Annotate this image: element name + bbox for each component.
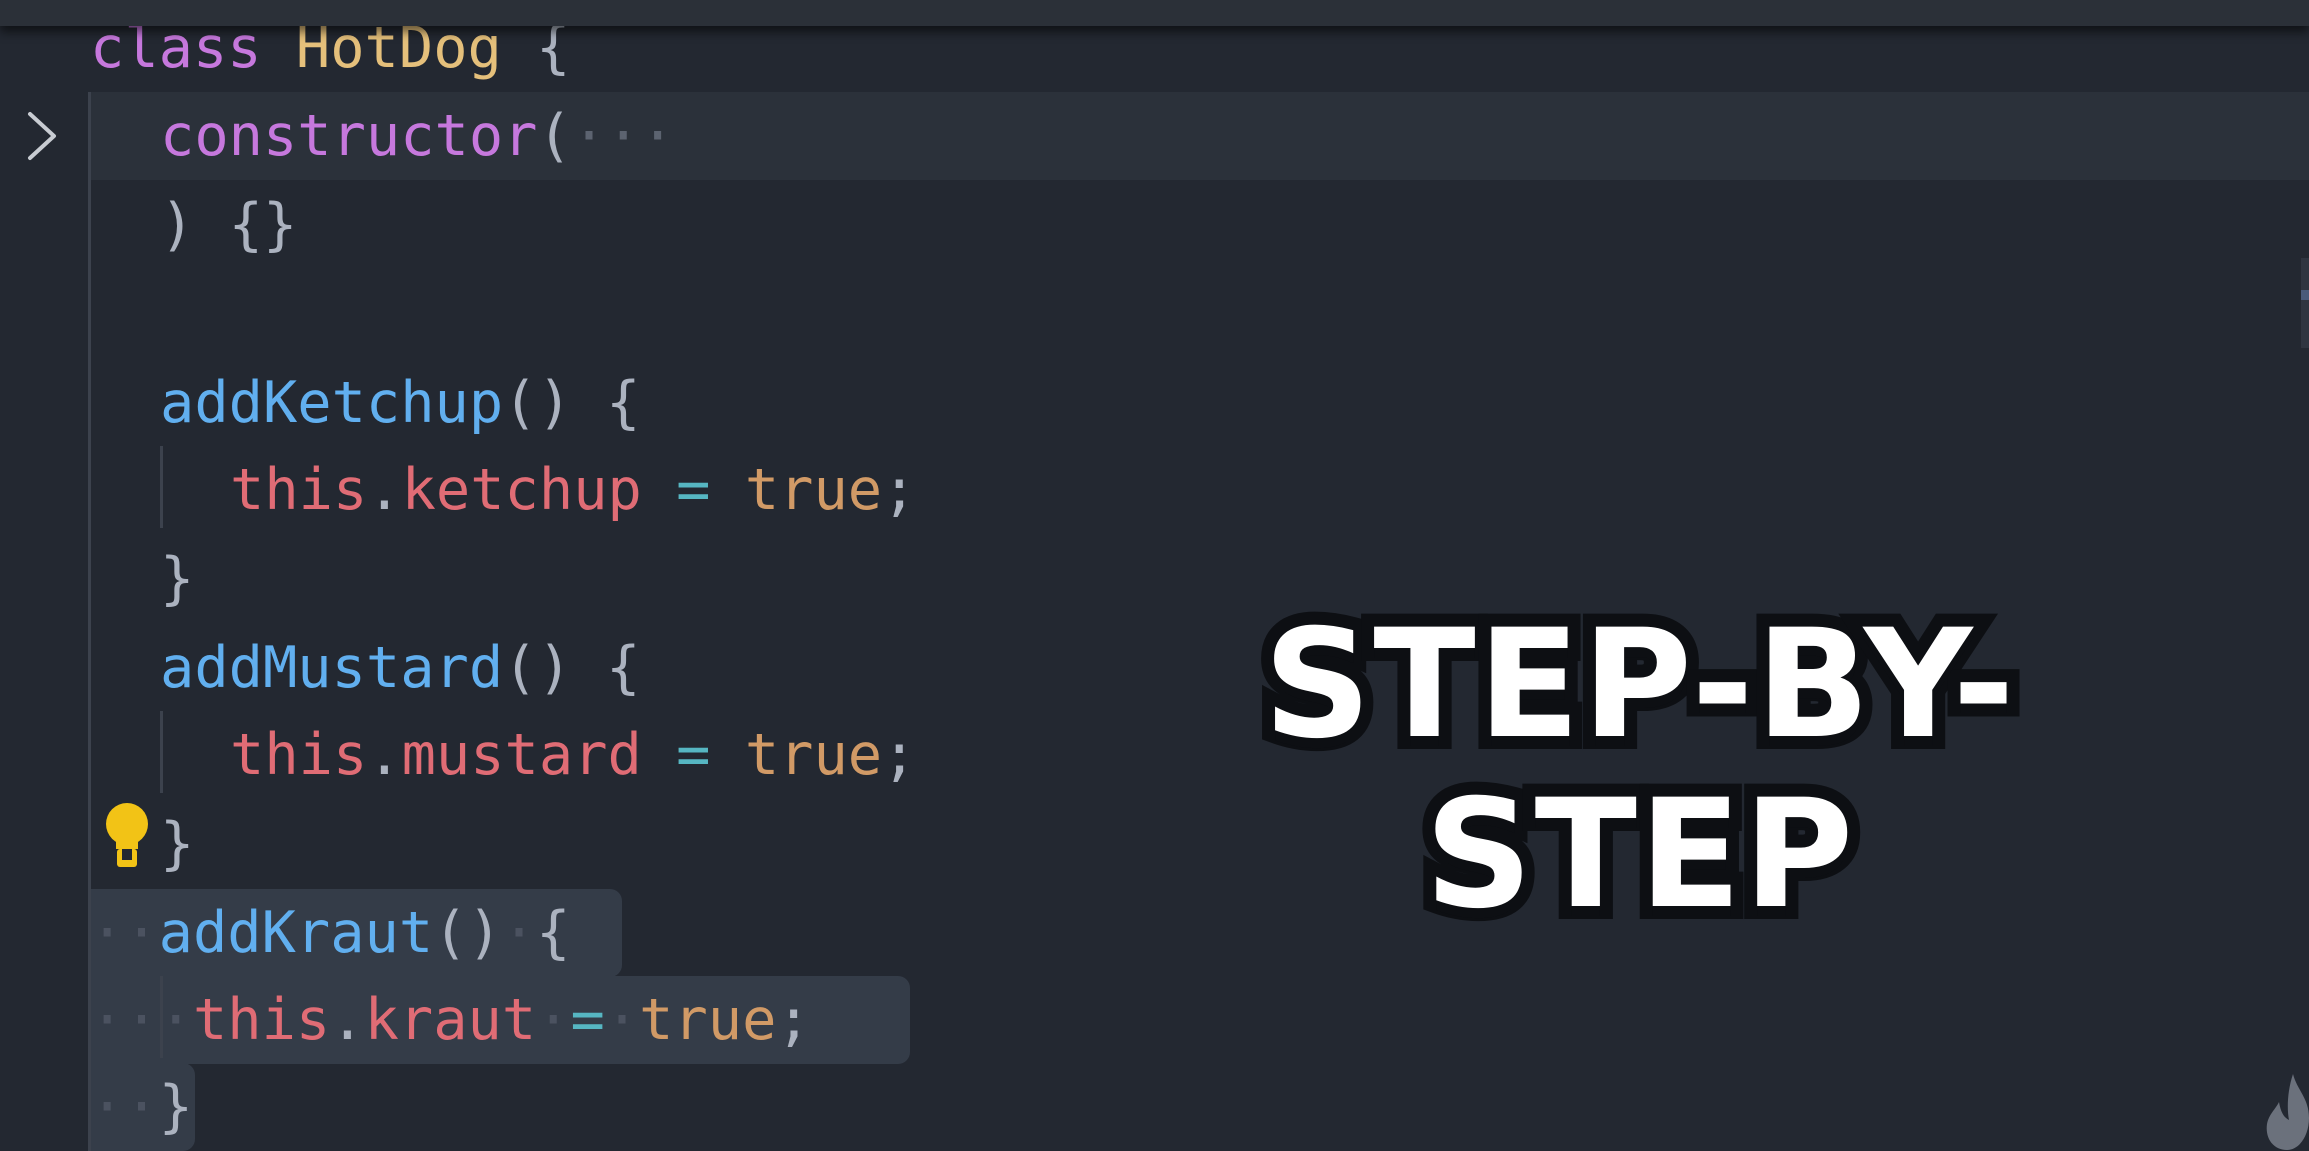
code-token: · xyxy=(158,987,193,1053)
code-token: () { xyxy=(503,370,641,436)
code-token: true xyxy=(744,457,883,523)
code-token: this xyxy=(192,987,331,1053)
code-token: addKetchup xyxy=(160,370,504,436)
code-token: true xyxy=(744,722,883,788)
code-token: ·· xyxy=(90,1074,159,1140)
code-token: . xyxy=(330,987,365,1053)
code-token: kraut xyxy=(364,987,537,1053)
code-token: = xyxy=(676,722,711,788)
code-line-addkraut-close: ··} xyxy=(90,1063,193,1151)
lightbulb-icon[interactable] xyxy=(102,801,152,871)
scrollbar-marker xyxy=(2301,290,2309,300)
code-token: this xyxy=(230,722,368,788)
code-token: mustard xyxy=(401,722,642,788)
indent-guide-addketchup xyxy=(160,446,163,528)
code-token: constructor xyxy=(160,103,538,169)
code-token: = xyxy=(676,457,711,523)
code-token: · xyxy=(501,900,537,966)
code-line-mustard-body: this.mustard = true; xyxy=(230,711,916,799)
code-token: } xyxy=(158,1074,193,1140)
code-token: true xyxy=(639,987,777,1053)
step-by-step-title: STEP-BY-STEP xyxy=(1250,587,2027,953)
code-token: } xyxy=(160,811,195,877)
code-token: addMustard xyxy=(160,635,504,701)
code-token: { xyxy=(536,900,571,966)
code-token: ( xyxy=(537,103,572,169)
code-token: () { xyxy=(503,635,641,701)
code-token: } xyxy=(160,546,195,612)
code-line-addketchup-close: } xyxy=(160,535,194,623)
code-token: . xyxy=(367,722,402,788)
code-editor[interactable]: class HotDog { constructor(··· ) {} addK… xyxy=(0,0,2309,1151)
code-token: ; xyxy=(882,457,917,523)
code-token: . xyxy=(367,457,402,523)
code-token: ketchup xyxy=(401,457,642,523)
indent-guide-addmustard xyxy=(160,711,163,793)
code-token: · xyxy=(604,987,640,1053)
code-line-constructor-close: ) {} xyxy=(160,181,297,269)
code-line-ketchup-body: this.ketchup = true; xyxy=(230,446,916,534)
code-token: ; xyxy=(776,987,811,1053)
code-token: ; xyxy=(882,722,917,788)
code-token: = xyxy=(570,987,605,1053)
code-line-addmustard-close: } xyxy=(160,800,194,888)
code-token: ·· xyxy=(90,900,159,966)
code-token: ·· xyxy=(90,987,159,1053)
code-line-constructor: constructor(··· xyxy=(160,92,675,180)
code-line-kraut-body: ···this.kraut·=·true; xyxy=(90,976,811,1064)
flame-icon xyxy=(2266,1074,2309,1150)
code-line-addkraut: ··addKraut()·{ xyxy=(90,889,570,977)
code-line-addmustard: addMustard() { xyxy=(160,624,640,712)
code-token: addKraut xyxy=(158,900,434,966)
code-token: ··· xyxy=(571,103,675,169)
code-token: this xyxy=(230,457,368,523)
code-token: () xyxy=(433,900,502,966)
code-line-addketchup: addKetchup() { xyxy=(160,359,640,447)
code-token: ) {} xyxy=(160,192,298,258)
editor-top-bar xyxy=(0,0,2309,26)
chevron-right-icon[interactable] xyxy=(22,108,62,164)
scrollbar-thumb[interactable] xyxy=(2301,258,2309,348)
code-token: · xyxy=(536,987,571,1053)
